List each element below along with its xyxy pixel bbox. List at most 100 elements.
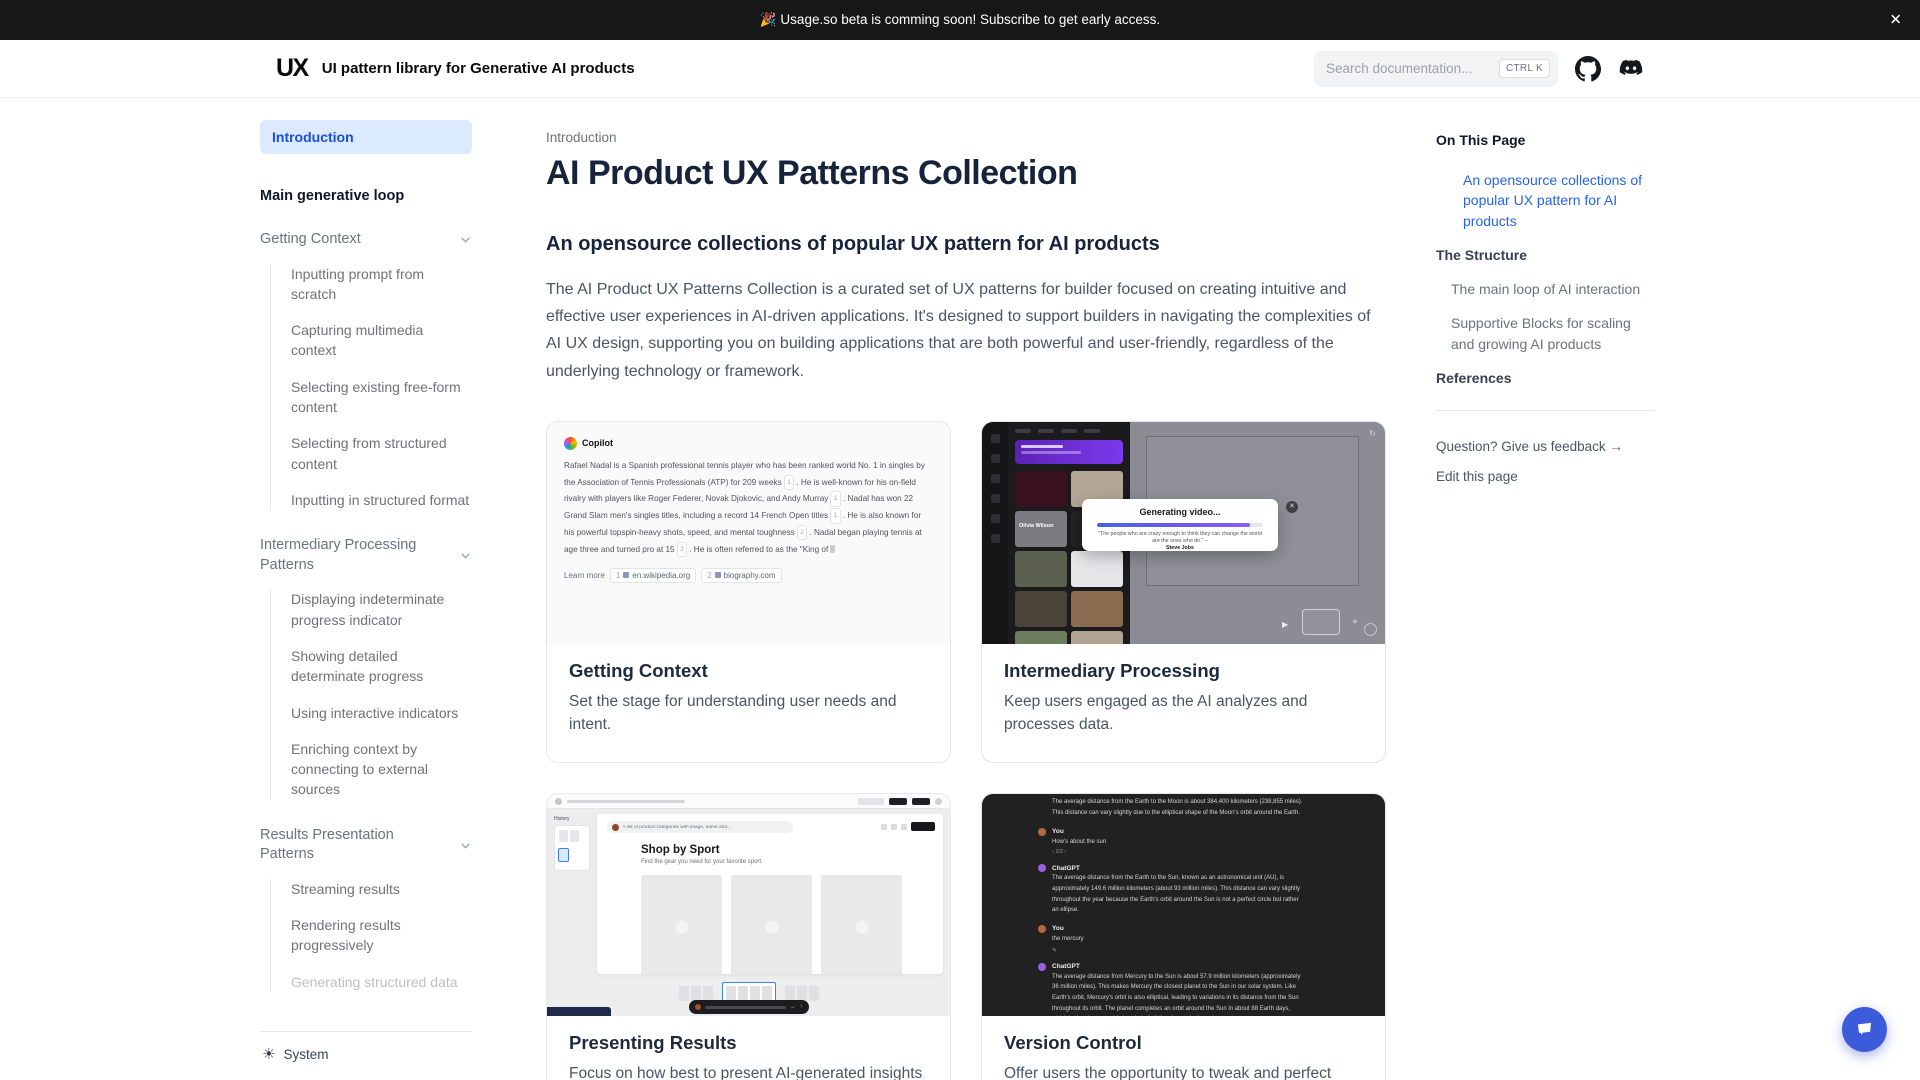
carousel-page [679, 986, 713, 1001]
github-icon[interactable] [1575, 56, 1601, 82]
prompt-input: A list of product categories with image,… [607, 821, 793, 833]
edit-pencil-icon: ✎ [1052, 947, 1385, 954]
sidebar-item[interactable]: Generating structured data [291, 972, 472, 992]
sidebar-group-intermediary-processing[interactable]: Intermediary Processing Patterns [260, 536, 472, 575]
timeline-clip [1302, 609, 1340, 635]
toc-link[interactable]: Supportive Blocks for scaling and growin… [1436, 313, 1654, 354]
card-presenting-results[interactable]: History A list of product categories wit… [546, 793, 951, 1080]
favicon-icon [623, 572, 629, 578]
page-subtitle: An opensource collections of popular UX … [546, 233, 1386, 256]
sidebar-section-heading: Main generative loop [260, 188, 472, 204]
sidebar-item[interactable]: Enriching context by connecting to exter… [291, 739, 472, 800]
toc-link-active[interactable]: An opensource collections of popular UX … [1436, 170, 1654, 231]
modal-title: Generating video... [1082, 507, 1278, 517]
chevron-down-icon [459, 839, 472, 852]
assistant-message: The average distance from the Earth to t… [1052, 797, 1305, 818]
copilot-header: Copilot [564, 437, 933, 450]
card-thumbnail: History A list of product categories wit… [547, 794, 950, 1016]
sidebar-item[interactable]: Inputting in structured format [291, 490, 472, 510]
toc-footer: Question? Give us feedback → Edit this p… [1436, 439, 1654, 484]
category-card: Running Everything you need for every mi… [731, 875, 812, 974]
answer-segment: . He is often referred to as the "King o… [689, 545, 828, 554]
sidebar-item[interactable]: Showing detailed determinate progress [291, 646, 472, 687]
category-card: Football Command the field in game-ready… [821, 875, 908, 974]
search-input[interactable]: Search documentation... CTRL K [1314, 51, 1558, 87]
user-label: You [1052, 925, 1064, 932]
video-thumbnail [1071, 591, 1123, 627]
citation-chip: 1 [784, 475, 795, 490]
copilot-logo-icon [564, 437, 577, 450]
announcement-banner: 🎉 Usage.so beta is comming soon! Subscri… [0, 0, 1920, 40]
sidebar: Introduction Main generative loop Gettin… [260, 98, 472, 1080]
card-thumbnail: Olivia Wilson [982, 422, 1385, 644]
header-inner: UX UI pattern library for Generative AI … [260, 51, 1660, 87]
card-title: Getting Context [569, 660, 928, 682]
history-label: History [554, 816, 590, 822]
announcement-text: 🎉 Usage.so beta is comming soon! Subscri… [760, 12, 1160, 28]
toc-list: An opensource collections of popular UX … [1436, 170, 1654, 388]
sidebar-group-getting-context[interactable]: Getting Context [260, 230, 472, 250]
source-number: 2 [707, 571, 711, 580]
corner-toast [547, 1007, 611, 1016]
site-title: UI pattern library for Generative AI pro… [322, 60, 635, 77]
page-container: Introduction Main generative loop Gettin… [260, 98, 1660, 1080]
video-thumbnail [1015, 471, 1067, 507]
chat-widget-button[interactable] [1842, 1007, 1887, 1052]
card-getting-context[interactable]: Copilot Rafael Nadal is a Spanish profes… [546, 421, 951, 764]
user-avatar [1038, 925, 1046, 933]
sidebar-item[interactable]: Streaming results [291, 879, 472, 899]
close-icon[interactable]: ✕ [1889, 13, 1902, 28]
assistant-message: The average distance from Mercury to the… [1052, 972, 1305, 1017]
sidebar-group-label: Getting Context [260, 230, 361, 250]
card-intermediary-processing[interactable]: Olivia Wilson [981, 421, 1386, 764]
copilot-sources-row: Learn more 1 en.wikipedia.org 2 biograph… [564, 568, 933, 583]
assistant-message-header: ChatGPT [1038, 963, 1385, 971]
site-header: UX UI pattern library for Generative AI … [0, 40, 1920, 98]
user-avatar [1038, 828, 1046, 836]
chat-input-pill: → ↑ [689, 1000, 809, 1014]
discord-icon[interactable] [1618, 56, 1644, 82]
sidebar-item[interactable]: Capturing multimedia context [291, 320, 472, 361]
sidebar-item[interactable]: Using interactive indicators [291, 703, 472, 723]
preview-canvas: A list of product categories with image,… [597, 814, 943, 974]
sidebar-item-introduction[interactable]: Introduction [260, 120, 472, 154]
chevron-down-icon [459, 549, 472, 562]
toc-link[interactable]: The main loop of AI interaction [1436, 279, 1654, 299]
card-description: Keep users engaged as the AI analyzes an… [1004, 690, 1363, 737]
sidebar-item[interactable]: Rendering results progressively [291, 915, 472, 956]
carousel-page [785, 986, 819, 1001]
learn-more-label: Learn more [564, 571, 605, 580]
source-number: 1 [616, 571, 620, 580]
card-thumbnail: Copilot Rafael Nadal is a Spanish profes… [547, 422, 950, 644]
card-thumbnail: The average distance from the Earth to t… [982, 794, 1385, 1016]
toc-link[interactable]: References [1436, 368, 1654, 388]
sidebar-item[interactable]: Selecting from structured content [291, 433, 472, 474]
citation-chip: 2 [797, 525, 808, 540]
source-chip: 2 biography.com [701, 568, 781, 583]
sidebar-sublist: Streaming results Rendering results prog… [270, 879, 472, 992]
image-placeholder [821, 875, 902, 974]
copilot-screenshot: Copilot Rafael Nadal is a Spanish profes… [547, 422, 950, 644]
assistant-label: ChatGPT [1052, 865, 1080, 872]
editor-promo-card [1015, 440, 1123, 464]
generating-modal: Generating video... "The people who are … [1082, 499, 1278, 551]
sidebar-group-results-presentation[interactable]: Results Presentation Patterns [260, 826, 472, 865]
sidebar-item[interactable]: Displaying indeterminate progress indica… [291, 589, 472, 630]
theme-label: System [283, 1047, 328, 1062]
citation-chip: 1 [830, 491, 841, 506]
toc-link[interactable]: The Structure [1436, 245, 1654, 265]
citation-chip: 2 [677, 542, 688, 557]
site-logo[interactable]: UX [276, 54, 308, 83]
on-this-page: On This Page An opensource collections o… [1436, 98, 1654, 1080]
theme-toggle[interactable]: ☀ System [260, 1032, 472, 1080]
card-version-control[interactable]: The average distance from the Earth to t… [981, 793, 1386, 1080]
publish-button [911, 822, 935, 831]
sidebar-sublist: Inputting prompt from scratch Capturing … [270, 264, 472, 511]
video-thumbnail [1015, 591, 1067, 627]
feedback-link[interactable]: Question? Give us feedback → [1436, 439, 1654, 454]
sidebar-item[interactable]: Inputting prompt from scratch [291, 264, 472, 305]
card-body: Intermediary Processing Keep users engag… [982, 644, 1385, 763]
sidebar-item[interactable]: Selecting existing free-form content [291, 377, 472, 418]
intro-paragraph: The AI Product UX Patterns Collection is… [546, 276, 1386, 385]
edit-page-link[interactable]: Edit this page [1436, 469, 1654, 484]
